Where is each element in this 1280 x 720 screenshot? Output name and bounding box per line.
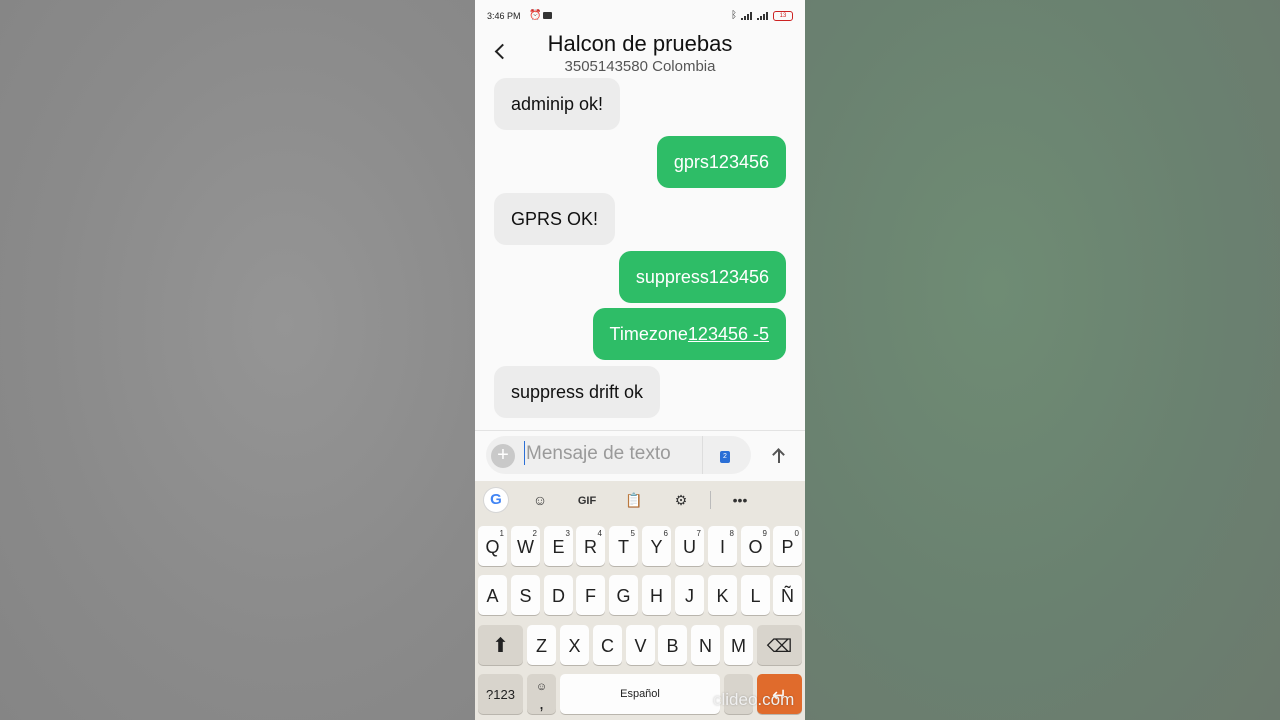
- key-g[interactable]: G: [609, 575, 638, 615]
- sticker-icon[interactable]: ☺: [528, 490, 552, 510]
- shift-icon: ⬆: [492, 635, 509, 657]
- key-c[interactable]: C: [593, 625, 622, 665]
- key-label: P: [781, 537, 794, 557]
- key-t[interactable]: T5: [609, 526, 638, 566]
- clipboard-icon[interactable]: 📋: [622, 490, 646, 510]
- space-key[interactable]: Español: [560, 674, 720, 714]
- keyboard: G ☺ GIF 📋 ⚙ ••• Q1 W2 E3 R4 T5 Y6 U7 I8 …: [475, 481, 805, 720]
- message-incoming[interactable]: adminip ok!: [494, 78, 621, 130]
- signal-icon: [741, 11, 753, 20]
- key-x[interactable]: X: [560, 625, 589, 665]
- key-hint: 9: [762, 529, 767, 538]
- key-hint: 2: [532, 529, 537, 538]
- gif-button[interactable]: GIF: [574, 490, 600, 512]
- key-a[interactable]: A: [478, 575, 507, 615]
- key-label: E: [552, 537, 565, 557]
- key-p[interactable]: P0: [773, 526, 802, 566]
- key-hint: 5: [630, 529, 635, 538]
- sim-selector-icon[interactable]: 2: [720, 451, 730, 463]
- comma-label: ,: [538, 693, 544, 713]
- key-v[interactable]: V: [626, 625, 655, 665]
- key-label: Y: [650, 537, 663, 557]
- message-incoming[interactable]: GPRS OK!: [494, 193, 616, 245]
- status-time: 3:46 PM: [487, 11, 521, 21]
- message-text: Timezone: [609, 324, 688, 344]
- key-z[interactable]: Z: [527, 625, 556, 665]
- key-y[interactable]: Y6: [642, 526, 671, 566]
- key-l[interactable]: L: [741, 575, 770, 615]
- more-icon[interactable]: •••: [728, 490, 752, 510]
- key-hint: 3: [565, 529, 570, 538]
- key-label: O: [748, 537, 763, 557]
- key-hint: 4: [597, 529, 602, 538]
- backspace-key[interactable]: ⌫: [757, 625, 802, 665]
- watermark: clideo.com: [713, 690, 795, 709]
- key-hint: 7: [696, 529, 701, 538]
- backspace-icon: ⌫: [766, 636, 793, 656]
- key-label: Q: [485, 537, 500, 557]
- plus-icon[interactable]: +: [491, 444, 515, 468]
- composer: + 2: [486, 436, 751, 474]
- key-k[interactable]: K: [708, 575, 737, 615]
- google-icon[interactable]: G: [484, 488, 508, 512]
- key-label: I: [719, 537, 725, 557]
- divider: [702, 436, 703, 474]
- background-blur-right: [805, 0, 1280, 720]
- key-s[interactable]: S: [511, 575, 540, 615]
- comma-emoji-key[interactable]: ☺,: [527, 674, 556, 714]
- key-m[interactable]: M: [724, 625, 753, 665]
- key-e[interactable]: E3: [544, 526, 573, 566]
- key-n[interactable]: N: [691, 625, 720, 665]
- key-h[interactable]: H: [642, 575, 671, 615]
- key-o[interactable]: O9: [741, 526, 770, 566]
- status-bar: 3:46 PM ⏰ ᛒ 13: [475, 0, 805, 30]
- key-hint: 8: [729, 529, 734, 538]
- key-i[interactable]: I8: [708, 526, 737, 566]
- status-icons: ᛒ 13: [731, 10, 793, 21]
- symbols-key[interactable]: ?123: [478, 674, 523, 714]
- message-outgoing[interactable]: Timezone123456 -5: [592, 308, 786, 360]
- key-hint: 1: [499, 529, 504, 538]
- message-outgoing[interactable]: suppress123456: [618, 251, 786, 303]
- settings-icon[interactable]: ⚙: [669, 490, 693, 510]
- key-u[interactable]: U7: [675, 526, 704, 566]
- key-hint: 6: [663, 529, 668, 538]
- phone-screen: 3:46 PM ⏰ ᛒ 13 Halcon de pruebas 3505143…: [475, 0, 805, 720]
- key-r[interactable]: R4: [576, 526, 605, 566]
- key-label: R: [584, 537, 597, 557]
- bluetooth-icon: ᛒ: [731, 10, 737, 21]
- conversation-subtitle: 3505143580 Colombia: [564, 58, 716, 75]
- key-b[interactable]: B: [658, 625, 687, 665]
- key-hint: 0: [794, 529, 799, 538]
- conversation-title: Halcon de pruebas: [547, 31, 733, 56]
- key-q[interactable]: Q1: [478, 526, 507, 566]
- message-incoming[interactable]: suppress drift ok: [494, 366, 661, 418]
- shift-key[interactable]: ⬆: [478, 625, 523, 665]
- text-caret: [524, 441, 525, 465]
- key-n-tilde[interactable]: Ñ: [773, 575, 802, 615]
- message-input[interactable]: [526, 440, 702, 468]
- background-blur-left: [0, 0, 475, 720]
- keyboard-toolbar: G ☺ GIF 📋 ⚙ •••: [475, 481, 805, 519]
- signal-icon-2: [757, 11, 769, 20]
- message-link[interactable]: 123456 -5: [688, 324, 769, 344]
- key-label: W: [517, 537, 534, 557]
- message-outgoing[interactable]: gprs123456: [656, 136, 786, 188]
- key-w[interactable]: W2: [511, 526, 540, 566]
- battery-icon: 13: [773, 10, 793, 21]
- key-f[interactable]: F: [576, 575, 605, 615]
- key-d[interactable]: D: [544, 575, 573, 615]
- key-label: T: [618, 537, 629, 557]
- send-button[interactable]: [769, 446, 789, 466]
- alarm-icon: ⏰: [529, 10, 542, 21]
- toolbar-divider: [710, 491, 711, 509]
- key-j[interactable]: J: [675, 575, 704, 615]
- video-icon: [543, 12, 552, 19]
- key-label: U: [683, 537, 696, 557]
- composer-divider: [475, 430, 805, 431]
